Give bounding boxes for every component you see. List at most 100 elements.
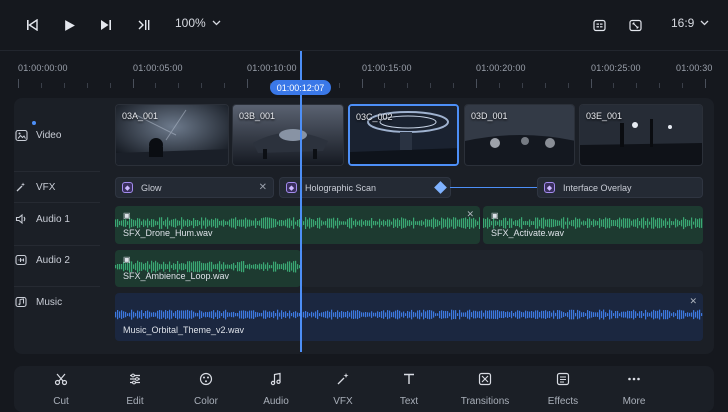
ruler-tick [384,83,386,88]
track-label: Audio 2 [36,254,70,266]
video-clip[interactable]: 03A_001 [115,104,229,166]
ruler-tick [682,83,684,88]
ruler-tick [63,83,65,88]
track-divider [14,286,100,287]
close-icon[interactable]: ✕ [466,209,474,220]
ruler-tick [407,83,409,88]
tool-vfx[interactable]: VFX [313,371,373,407]
clip-label: 03A_001 [122,111,159,121]
tool-label: Audio [263,396,289,407]
ruler-timecode: 01:00:05:00 [133,63,183,73]
tool-more[interactable]: More [604,371,664,407]
track-label: Audio 1 [36,213,70,225]
fit-screen-icon[interactable] [623,13,647,37]
clip-label: 03C_002 [356,112,393,122]
ruler-timecode: 01:00:15:00 [362,63,412,73]
audio-clip-activate[interactable]: ▣ SFX_Activate.wav [483,206,703,244]
ruler-tick [40,83,42,88]
ruler-timecode: 01:00:10:00 [247,63,297,73]
play-icon[interactable] [57,13,81,37]
ruler-timecode: 01:00:00:00 [18,63,68,73]
track-header-audio2[interactable]: Audio 2 [14,252,100,268]
captions-icon[interactable] [587,13,611,37]
playhead-stem [300,51,302,80]
skip-back-icon[interactable] [20,13,44,37]
tool-audio[interactable]: Audio [246,371,306,407]
clip-label: 03E_001 [586,111,623,121]
audio-clip-name: SFX_Drone_Hum.wav [123,228,213,238]
tool-label: Cut [53,396,69,407]
track-header-vfx[interactable]: VFX [14,179,100,195]
video-clip[interactable]: 03E_001 [579,104,703,166]
track-header-music[interactable]: Music [14,294,100,310]
audio-empty-region [301,250,703,287]
close-icon[interactable]: ✕ [259,182,267,193]
ruler-tick [498,83,500,88]
zoom-value: 100% [175,16,206,30]
close-icon[interactable]: ✕ [689,296,697,307]
playhead-line[interactable] [300,94,302,352]
audio-clip-icon: ▣ [123,211,131,220]
audio-clip-name: SFX_Ambience_Loop.wav [123,271,230,281]
audio-clip-drone[interactable]: ▣ SFX_Drone_Hum.wav ✕ [115,206,480,244]
audio-clip-name: Music_Orbital_Theme_v2.wav [123,325,245,335]
track-active-dot [32,121,36,125]
cut-at-playhead-icon[interactable] [132,13,156,37]
playhead-timecode[interactable]: 01:00:12:07 [270,80,331,95]
magic-wand-icon [335,371,351,387]
tool-color[interactable]: Color [176,371,236,407]
ruler-tick [590,79,592,88]
video-clip[interactable]: 03D_001 [464,104,575,166]
video-clip[interactable]: 03B_001 [232,104,344,166]
ruler-tick [247,79,248,88]
video-clip-selected[interactable]: 03C_002 [348,104,459,166]
audio-clip-name: SFX_Activate.wav [491,228,565,238]
tool-label: Color [194,396,218,407]
track-label: Video [36,129,62,141]
tool-text[interactable]: Text [379,371,439,407]
track-header-audio1[interactable]: Audio 1 [14,211,100,227]
waveform [483,217,703,230]
ruler-tick [86,83,88,88]
zoom-select[interactable]: 100% [175,16,221,30]
tool-edit[interactable]: Edit [105,371,165,407]
track-header-video[interactable]: Video [14,126,100,144]
tool-transitions[interactable]: Transitions [455,371,515,407]
ruler-tick [132,79,134,88]
ruler-tick [453,83,455,88]
timeline-ruler[interactable]: 01:00:00:00 01:00:05:00 01:00:10:00 01:0… [0,51,728,96]
ruler-tick [544,83,546,88]
vfx-clip-holographic-scan[interactable]: ◆ Holographic Scan [279,177,451,198]
music-note-icon [268,371,284,387]
ruler-tick [201,83,203,88]
waveform [115,217,480,230]
ruler-tick [636,83,638,88]
scissors-icon [53,371,69,387]
tool-label: Edit [126,396,144,407]
vfx-clip-label: Holographic Scan [305,182,377,193]
transition-icon [477,371,493,387]
transport-bar: 100% 16:9 [0,0,728,50]
aspect-ratio-select[interactable]: 16:9 [671,16,709,30]
ruler-tick [18,79,19,88]
audio-clip-icon: ▣ [491,211,499,220]
audio-clip-ambience[interactable]: ▣ SFX_Ambience_Loop.wav [115,250,301,287]
tool-cut[interactable]: Cut [31,371,91,407]
chevron-down-icon [700,20,709,26]
image-icon [14,128,28,142]
effect-gem-icon: ◆ [122,182,133,193]
tool-label: Text [399,396,419,407]
tool-effects[interactable]: Effects [533,371,593,407]
vfx-clip-interface-overlay[interactable]: ◆ Interface Overlay [537,177,703,198]
ruler-timecode: 01:00:25:00 [591,63,641,73]
audio-clip-music[interactable]: Music_Orbital_Theme_v2.wav ✕ [115,293,703,341]
more-dots-icon [626,371,642,387]
audio-track-icon [14,253,28,267]
effect-gem-icon: ◆ [286,182,297,193]
tool-label: Effects [547,396,579,407]
vfx-clip-glow[interactable]: ◆ Glow ✕ [115,177,274,198]
ruler-tick [338,83,340,88]
tool-label: VFX [333,396,353,407]
skip-forward-icon[interactable] [94,13,118,37]
audio-clip-icon: ▣ [123,255,131,264]
